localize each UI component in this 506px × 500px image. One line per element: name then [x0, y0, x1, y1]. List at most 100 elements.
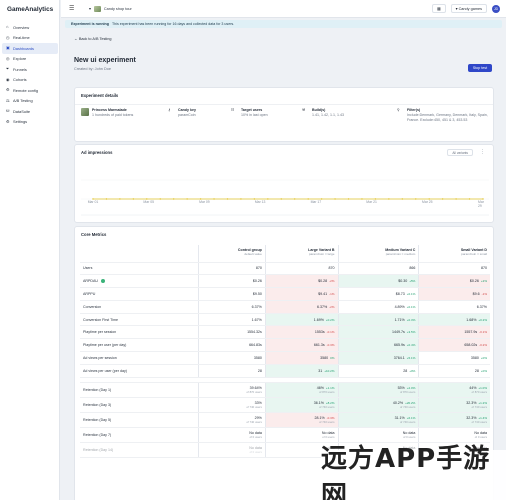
sidebar-item-label: A/B Testing	[13, 98, 33, 104]
grid-icon[interactable]: ▦	[432, 4, 446, 13]
metric-change: +0.4%	[406, 343, 416, 348]
metric-cell: 866	[337, 262, 419, 276]
metric-change: -2%	[329, 304, 335, 309]
metric-value: 6.37%	[251, 304, 262, 309]
main-content: Experiment is running This experiment ha…	[61, 18, 506, 500]
metric-value: $9.50	[252, 291, 262, 296]
series-point	[334, 198, 336, 200]
metric-value: 6.37%	[316, 304, 328, 309]
metric-cell: 53% +2.0% of 870 users	[337, 382, 419, 398]
metric-sample-size: of 870 users	[471, 389, 487, 394]
metric-cell: $0.28 -2%	[264, 274, 338, 289]
series-point	[441, 198, 444, 200]
metric-cell: 1554.32s	[197, 325, 266, 340]
metric-label-text: ARPDAU	[83, 279, 98, 284]
card-title: Core Metrics	[81, 232, 107, 237]
sidebar: GameAnalytics ⌂ Overview ◷ Real-time ▣ Dashbo…	[0, 0, 60, 500]
metric-sample-size: of 740 users	[399, 404, 416, 409]
metric-value: 28	[257, 368, 262, 373]
variant-selector[interactable]: All variants	[447, 149, 473, 156]
metric-label-text: Users	[83, 266, 93, 271]
sidebar-item-datasuite[interactable]: ⛁ DataSuite	[2, 106, 58, 117]
banner-text: This experiment has been running for 16 …	[111, 22, 235, 26]
series-point	[213, 198, 215, 200]
metric-change: +0%	[480, 355, 487, 360]
table-row: ARPDAU $0.26 $0.28 -2% $0.30 +5% $0.26 +2%	[80, 274, 490, 289]
metric-cell: 46% +1.1% of 870 users	[264, 382, 338, 398]
metric-sample-size: of 740 users	[319, 419, 335, 424]
page-title: New ui experiment	[74, 57, 136, 64]
metric-value: 1557.9s	[464, 330, 478, 335]
metric-cell: $0.26 +2%	[418, 274, 490, 289]
sidebar-item-a-b-testing[interactable]: ⚖ A/B Testing	[2, 96, 58, 107]
stop-test-button[interactable]: Stop test	[468, 64, 492, 72]
compass-icon: ◎	[6, 55, 10, 61]
studio-selector[interactable]: ▾ Candy games	[450, 4, 487, 13]
metric-label-text: Playtime per user (per day)	[83, 343, 127, 348]
metric-cell: 31.1% +6.1% of 740 users	[337, 412, 419, 428]
dashboard-icon: ▣	[6, 45, 10, 51]
sidebar-item-label: Real-time	[13, 35, 30, 41]
metric-change: +0.1%	[406, 291, 416, 296]
x-tick-label: Mar 25	[422, 200, 433, 204]
sidebar-item-real-time[interactable]: ◷ Real-time	[2, 33, 58, 44]
detail-value: paramCoin	[178, 113, 196, 117]
metric-label-text: Retention (Day 14)	[83, 447, 114, 452]
metric-value: $0.30	[398, 279, 408, 284]
significance-badge	[100, 279, 105, 284]
more-options-icon[interactable]: ⋮	[480, 149, 485, 155]
metric-label: Retention (Day 1)	[80, 382, 198, 398]
metric-value: $9.41	[318, 291, 328, 296]
game-thumbnail	[93, 5, 101, 12]
back-link[interactable]: ← Back to A/B Testing	[74, 37, 112, 41]
metric-cell: 661.3s -0.3%	[264, 338, 338, 353]
metric-change: +0%	[480, 368, 487, 373]
detail-filters: ⚲ Filter(s) Include:Denmark, Germany, De…	[397, 108, 491, 123]
studio-name: Candy games	[458, 6, 482, 11]
metric-change: -0.3%	[326, 343, 335, 348]
metric-value: 4.89%	[394, 304, 405, 309]
sidebar-item-remote-config[interactable]: ⚙ Remote config	[2, 85, 58, 96]
sidebar-item-settings[interactable]: ⚙ Settings	[2, 117, 58, 128]
sidebar-item-cohorts[interactable]: ◉ Cohorts	[2, 75, 58, 86]
series-point	[186, 198, 188, 200]
metric-value: 665.9s	[393, 343, 405, 348]
metric-label-text: Retention (Day 1)	[83, 387, 112, 392]
x-tick-label: Mar 01	[87, 200, 99, 204]
table-row: Conversion First Time 1.67% 1.69% +0.2% 1.71…	[80, 313, 490, 327]
metric-label: Conversion	[80, 300, 198, 314]
ad-impressions-card: Ad impressions All variants ⋮ Mar 01 Mar …	[74, 144, 494, 223]
impressions-chart	[81, 179, 489, 216]
experiment-details-card: Experiment details Princess Marmalade 1 …	[74, 87, 494, 142]
menu-icon[interactable]: ☰	[69, 5, 74, 12]
metric-cell: 3580	[197, 351, 266, 365]
game-selector[interactable]: ▾ Candy shop tour	[89, 4, 132, 13]
sidebar-item-label: Overview	[13, 24, 30, 30]
metric-value: 31	[318, 368, 323, 373]
watermark: 远方APP手游网	[321, 444, 506, 500]
metric-change: +3.5%	[406, 330, 416, 335]
metric-sample-size: of 740 users	[319, 404, 335, 409]
metric-label-text: Playtime per session	[83, 330, 117, 335]
divider	[75, 104, 493, 105]
metric-value: 3580	[320, 355, 329, 360]
metric-cell: $0.26	[197, 274, 266, 289]
detail-title: Candy key	[178, 108, 196, 112]
sidebar-item-funnels[interactable]: ⏷ Funnels	[2, 64, 58, 75]
sidebar-nav: ⌂ Overview ◷ Real-time ▣ Dashboards ◎ Explore ⏷ F…	[2, 22, 58, 127]
metric-label: Retention (Day 7)	[80, 427, 198, 443]
sidebar-item-explore[interactable]: ◎ Explore	[2, 54, 58, 65]
metric-cell: 665.9s +0.4%	[337, 338, 419, 353]
metric-sample-size: of 740 users	[471, 404, 487, 409]
metric-sample-size: of 0 users	[249, 449, 262, 454]
avatar[interactable]: JD	[492, 4, 500, 13]
sidebar-item-overview[interactable]: ⌂ Overview	[2, 22, 58, 33]
gear-icon: ⚙	[6, 118, 10, 124]
metric-cell: 28 +0%	[337, 364, 419, 378]
metric-label: Ad views per session	[80, 351, 198, 365]
sidebar-item-dashboards[interactable]: ▣ Dashboards	[2, 43, 58, 54]
metric-change: +0.1%	[406, 304, 416, 309]
table-row: Users 870 870 866 870	[80, 262, 490, 276]
metric-change: -0.2%	[479, 343, 487, 348]
metric-cell: 1553s -0.1%	[264, 325, 338, 340]
